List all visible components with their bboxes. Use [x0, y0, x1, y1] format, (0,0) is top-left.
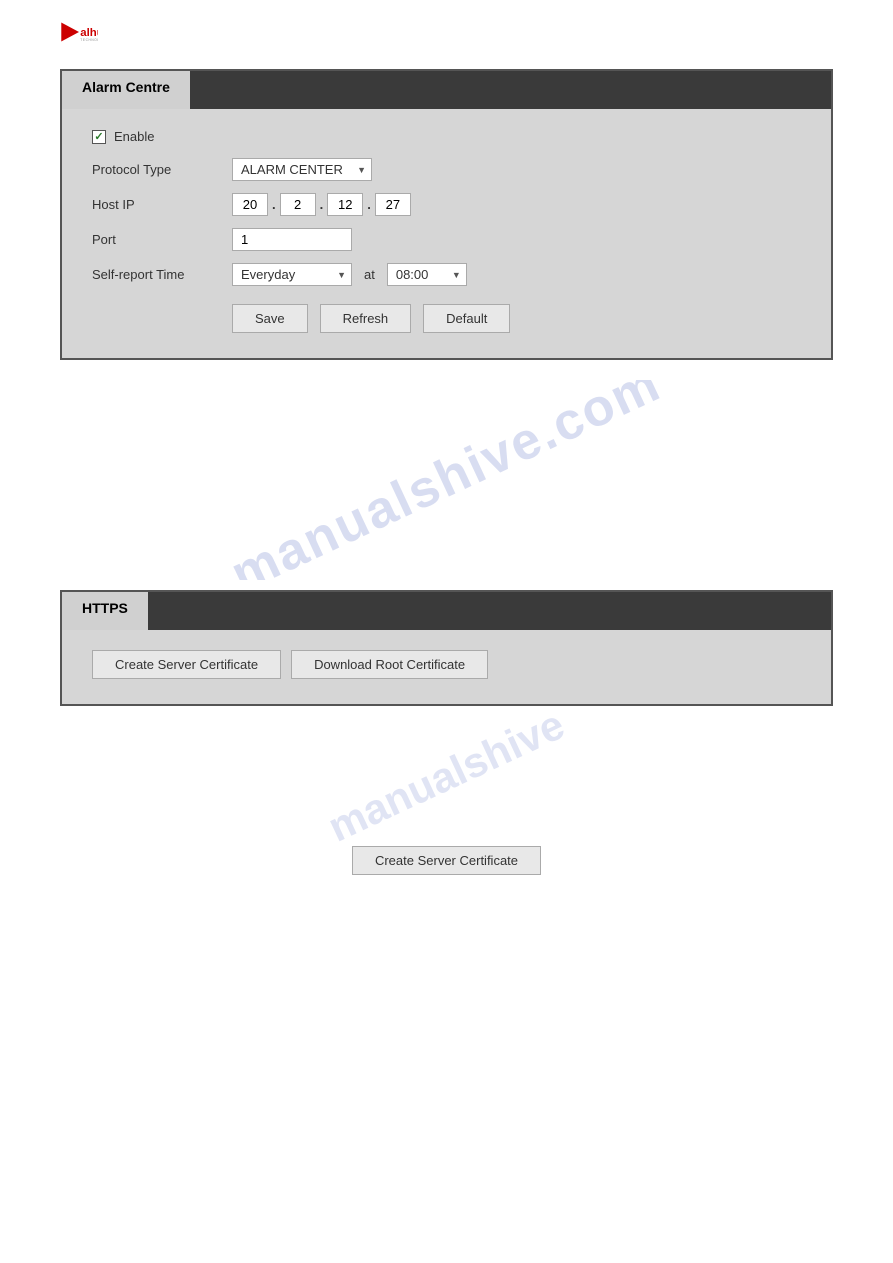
- alarm-centre-panel: Alarm Centre Enable Protocol Type ALARM …: [60, 69, 833, 360]
- self-report-row: Self-report Time Everyday Monday Tuesday…: [92, 263, 801, 286]
- default-button[interactable]: Default: [423, 304, 510, 333]
- protocol-type-label: Protocol Type: [92, 162, 232, 177]
- create-server-cert-button[interactable]: Create Server Certificate: [92, 650, 281, 679]
- host-ip-label: Host IP: [92, 197, 232, 212]
- refresh-button[interactable]: Refresh: [320, 304, 412, 333]
- alarm-centre-header: Alarm Centre: [62, 71, 831, 109]
- port-row: Port: [92, 228, 801, 251]
- time-select-wrapper[interactable]: 08:00 09:00 10:00 11:00 12:00: [387, 263, 467, 286]
- https-title: HTTPS: [82, 600, 128, 616]
- save-button[interactable]: Save: [232, 304, 308, 333]
- ip-dot-1: .: [272, 197, 276, 212]
- download-root-cert-button[interactable]: Download Root Certificate: [291, 650, 488, 679]
- port-control: [232, 228, 352, 251]
- host-ip-control: . . .: [232, 193, 411, 216]
- host-ip-row: Host IP . . .: [92, 193, 801, 216]
- host-ip-octet4[interactable]: [375, 193, 411, 216]
- watermark-1: manualshive.com: [0, 380, 893, 580]
- self-report-select-wrapper[interactable]: Everyday Monday Tuesday Wednesday Thursd…: [232, 263, 352, 286]
- alarm-centre-body: Enable Protocol Type ALARM CENTER SIA CI…: [62, 109, 831, 358]
- watermark-2: manualshive: [0, 726, 893, 826]
- self-report-select[interactable]: Everyday Monday Tuesday Wednesday Thursd…: [232, 263, 352, 286]
- https-header: HTTPS: [62, 592, 831, 630]
- protocol-type-row: Protocol Type ALARM CENTER SIA CID: [92, 158, 801, 181]
- bottom-create-server-cert-button[interactable]: Create Server Certificate: [352, 846, 541, 875]
- protocol-type-select-wrapper[interactable]: ALARM CENTER SIA CID: [232, 158, 372, 181]
- port-input[interactable]: [232, 228, 352, 251]
- enable-checkbox[interactable]: [92, 130, 106, 144]
- svg-text:TECHNOLOGY: TECHNOLOGY: [80, 38, 98, 42]
- alarm-centre-btn-row: Save Refresh Default: [92, 304, 801, 333]
- host-ip-octet3[interactable]: [327, 193, 363, 216]
- alarm-centre-tab: Alarm Centre: [62, 71, 190, 109]
- host-ip-octet2[interactable]: [280, 193, 316, 216]
- self-report-control: Everyday Monday Tuesday Wednesday Thursd…: [232, 263, 467, 286]
- dahua-logo-icon: alhua TECHNOLOGY: [60, 18, 98, 46]
- enable-row: Enable: [92, 129, 801, 144]
- ip-dot-2: .: [320, 197, 324, 212]
- protocol-type-control: ALARM CENTER SIA CID: [232, 158, 372, 181]
- self-report-label: Self-report Time: [92, 267, 232, 282]
- brand-logo: alhua TECHNOLOGY: [60, 18, 98, 46]
- enable-label: Enable: [114, 129, 154, 144]
- logo-area: alhua TECHNOLOGY: [0, 0, 893, 59]
- bottom-btn-area: Create Server Certificate: [0, 826, 893, 905]
- https-tab: HTTPS: [62, 592, 148, 630]
- ip-dot-3: .: [367, 197, 371, 212]
- https-body: Create Server Certificate Download Root …: [62, 630, 831, 704]
- protocol-type-select[interactable]: ALARM CENTER SIA CID: [232, 158, 372, 181]
- time-select[interactable]: 08:00 09:00 10:00 11:00 12:00: [387, 263, 467, 286]
- watermark-text-1: manualshive.com: [221, 380, 672, 580]
- https-panel: HTTPS Create Server Certificate Download…: [60, 590, 833, 706]
- host-ip-octet1[interactable]: [232, 193, 268, 216]
- at-label: at: [364, 267, 375, 282]
- alarm-centre-title: Alarm Centre: [82, 79, 170, 95]
- svg-text:alhua: alhua: [80, 27, 98, 39]
- port-label: Port: [92, 232, 232, 247]
